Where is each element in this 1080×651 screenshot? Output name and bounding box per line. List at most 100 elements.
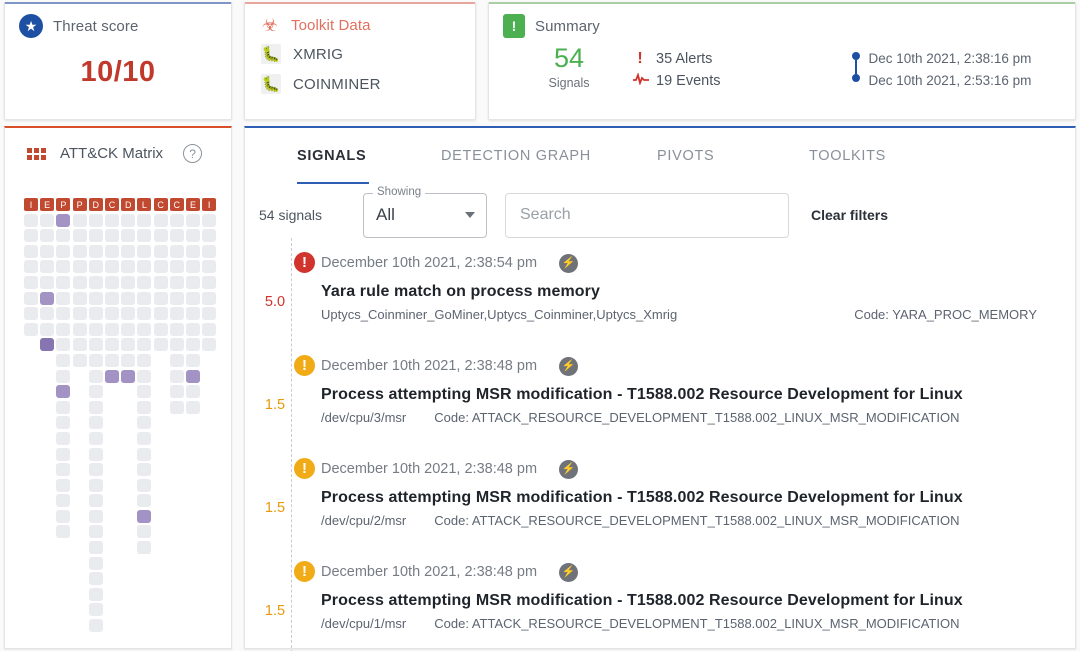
matrix-cell[interactable]: [56, 479, 70, 492]
matrix-cell[interactable]: [40, 276, 54, 289]
matrix-cell[interactable]: [89, 401, 103, 414]
matrix-cell[interactable]: [56, 370, 70, 383]
matrix-cell[interactable]: [202, 214, 216, 227]
matrix-column-header[interactable]: C: [105, 198, 119, 211]
matrix-cell[interactable]: [202, 260, 216, 273]
matrix-column-header[interactable]: D: [121, 198, 135, 211]
matrix-cell[interactable]: [121, 276, 135, 289]
matrix-cell[interactable]: [56, 214, 70, 227]
signal-title[interactable]: Process attempting MSR modification - T1…: [321, 489, 1075, 507]
matrix-column-header[interactable]: P: [73, 198, 87, 211]
matrix-cell[interactable]: [56, 229, 70, 242]
signal-row[interactable]: !5.0December 10th 2021, 2:38:54 pm⚡Yara …: [259, 246, 1075, 349]
bolt-icon[interactable]: ⚡: [559, 460, 578, 479]
matrix-column-header[interactable]: I: [24, 198, 38, 211]
matrix-cell[interactable]: [186, 401, 200, 414]
matrix-cell[interactable]: [170, 385, 184, 398]
matrix-cell[interactable]: [121, 338, 135, 351]
matrix-cell[interactable]: [137, 463, 151, 476]
matrix-cell[interactable]: [89, 323, 103, 336]
matrix-cell[interactable]: [121, 307, 135, 320]
matrix-cell[interactable]: [170, 260, 184, 273]
matrix-cell[interactable]: [40, 307, 54, 320]
matrix-cell[interactable]: [154, 323, 168, 336]
matrix-cell[interactable]: [89, 448, 103, 461]
matrix-cell[interactable]: [73, 323, 87, 336]
matrix-cell[interactable]: [24, 323, 38, 336]
matrix-cell[interactable]: [89, 385, 103, 398]
matrix-cell[interactable]: [154, 307, 168, 320]
matrix-cell[interactable]: [89, 370, 103, 383]
matrix-cell[interactable]: [89, 603, 103, 616]
matrix-cell[interactable]: [56, 354, 70, 367]
matrix-cell[interactable]: [121, 354, 135, 367]
matrix-cell[interactable]: [105, 229, 119, 242]
matrix-cell[interactable]: [137, 494, 151, 507]
matrix-cell[interactable]: [137, 479, 151, 492]
matrix-cell[interactable]: [56, 525, 70, 538]
signal-title[interactable]: Yara rule match on process memory: [321, 283, 1075, 301]
matrix-cell[interactable]: [105, 354, 119, 367]
matrix-cell[interactable]: [24, 276, 38, 289]
tab-signals[interactable]: SIGNALS: [297, 128, 441, 184]
matrix-cell[interactable]: [56, 245, 70, 258]
matrix-cell[interactable]: [56, 292, 70, 305]
matrix-cell[interactable]: [56, 323, 70, 336]
matrix-cell[interactable]: [202, 307, 216, 320]
matrix-cell[interactable]: [89, 276, 103, 289]
matrix-cell[interactable]: [24, 260, 38, 273]
matrix-cell[interactable]: [89, 588, 103, 601]
matrix-cell[interactable]: [24, 229, 38, 242]
matrix-cell[interactable]: [202, 245, 216, 258]
matrix-cell[interactable]: [56, 494, 70, 507]
matrix-column-header[interactable]: P: [56, 198, 70, 211]
matrix-cell[interactable]: [137, 229, 151, 242]
matrix-cell[interactable]: [137, 370, 151, 383]
matrix-cell[interactable]: [170, 370, 184, 383]
matrix-cell[interactable]: [73, 354, 87, 367]
matrix-cell[interactable]: [40, 214, 54, 227]
matrix-cell[interactable]: [105, 292, 119, 305]
matrix-cell[interactable]: [73, 260, 87, 273]
signal-title[interactable]: Process attempting MSR modification - T1…: [321, 386, 1075, 404]
matrix-cell[interactable]: [73, 292, 87, 305]
matrix-cell[interactable]: [202, 276, 216, 289]
matrix-cell[interactable]: [154, 214, 168, 227]
matrix-cell[interactable]: [137, 338, 151, 351]
matrix-cell[interactable]: [40, 323, 54, 336]
matrix-cell[interactable]: [73, 214, 87, 227]
matrix-cell[interactable]: [73, 338, 87, 351]
tab-detection-graph[interactable]: DETECTION GRAPH: [441, 128, 657, 184]
matrix-cell[interactable]: [89, 525, 103, 538]
matrix-cell[interactable]: [56, 307, 70, 320]
matrix-cell[interactable]: [170, 276, 184, 289]
matrix-cell[interactable]: [40, 260, 54, 273]
chevron-down-icon[interactable]: [465, 212, 475, 218]
matrix-cell[interactable]: [56, 401, 70, 414]
matrix-cell[interactable]: [89, 557, 103, 570]
matrix-cell[interactable]: [24, 214, 38, 227]
matrix-cell[interactable]: [137, 432, 151, 445]
matrix-cell[interactable]: [186, 323, 200, 336]
matrix-cell[interactable]: [154, 229, 168, 242]
matrix-cell[interactable]: [137, 292, 151, 305]
bolt-icon[interactable]: ⚡: [559, 254, 578, 273]
signal-title[interactable]: Process attempting MSR modification - T1…: [321, 592, 1075, 610]
tab-pivots[interactable]: PIVOTS: [657, 128, 809, 184]
matrix-cell[interactable]: [89, 229, 103, 242]
matrix-cell[interactable]: [137, 276, 151, 289]
showing-select[interactable]: All Showing: [363, 193, 487, 238]
matrix-cell[interactable]: [202, 292, 216, 305]
matrix-column-header[interactable]: E: [40, 198, 54, 211]
matrix-cell[interactable]: [24, 245, 38, 258]
matrix-cell[interactable]: [105, 260, 119, 273]
matrix-cell[interactable]: [170, 229, 184, 242]
matrix-cell[interactable]: [170, 292, 184, 305]
matrix-cell[interactable]: [137, 260, 151, 273]
matrix-cell[interactable]: [137, 416, 151, 429]
matrix-cell[interactable]: [40, 292, 54, 305]
matrix-cell[interactable]: [170, 245, 184, 258]
matrix-cell[interactable]: [137, 385, 151, 398]
matrix-cell[interactable]: [105, 338, 119, 351]
matrix-cell[interactable]: [137, 510, 151, 523]
